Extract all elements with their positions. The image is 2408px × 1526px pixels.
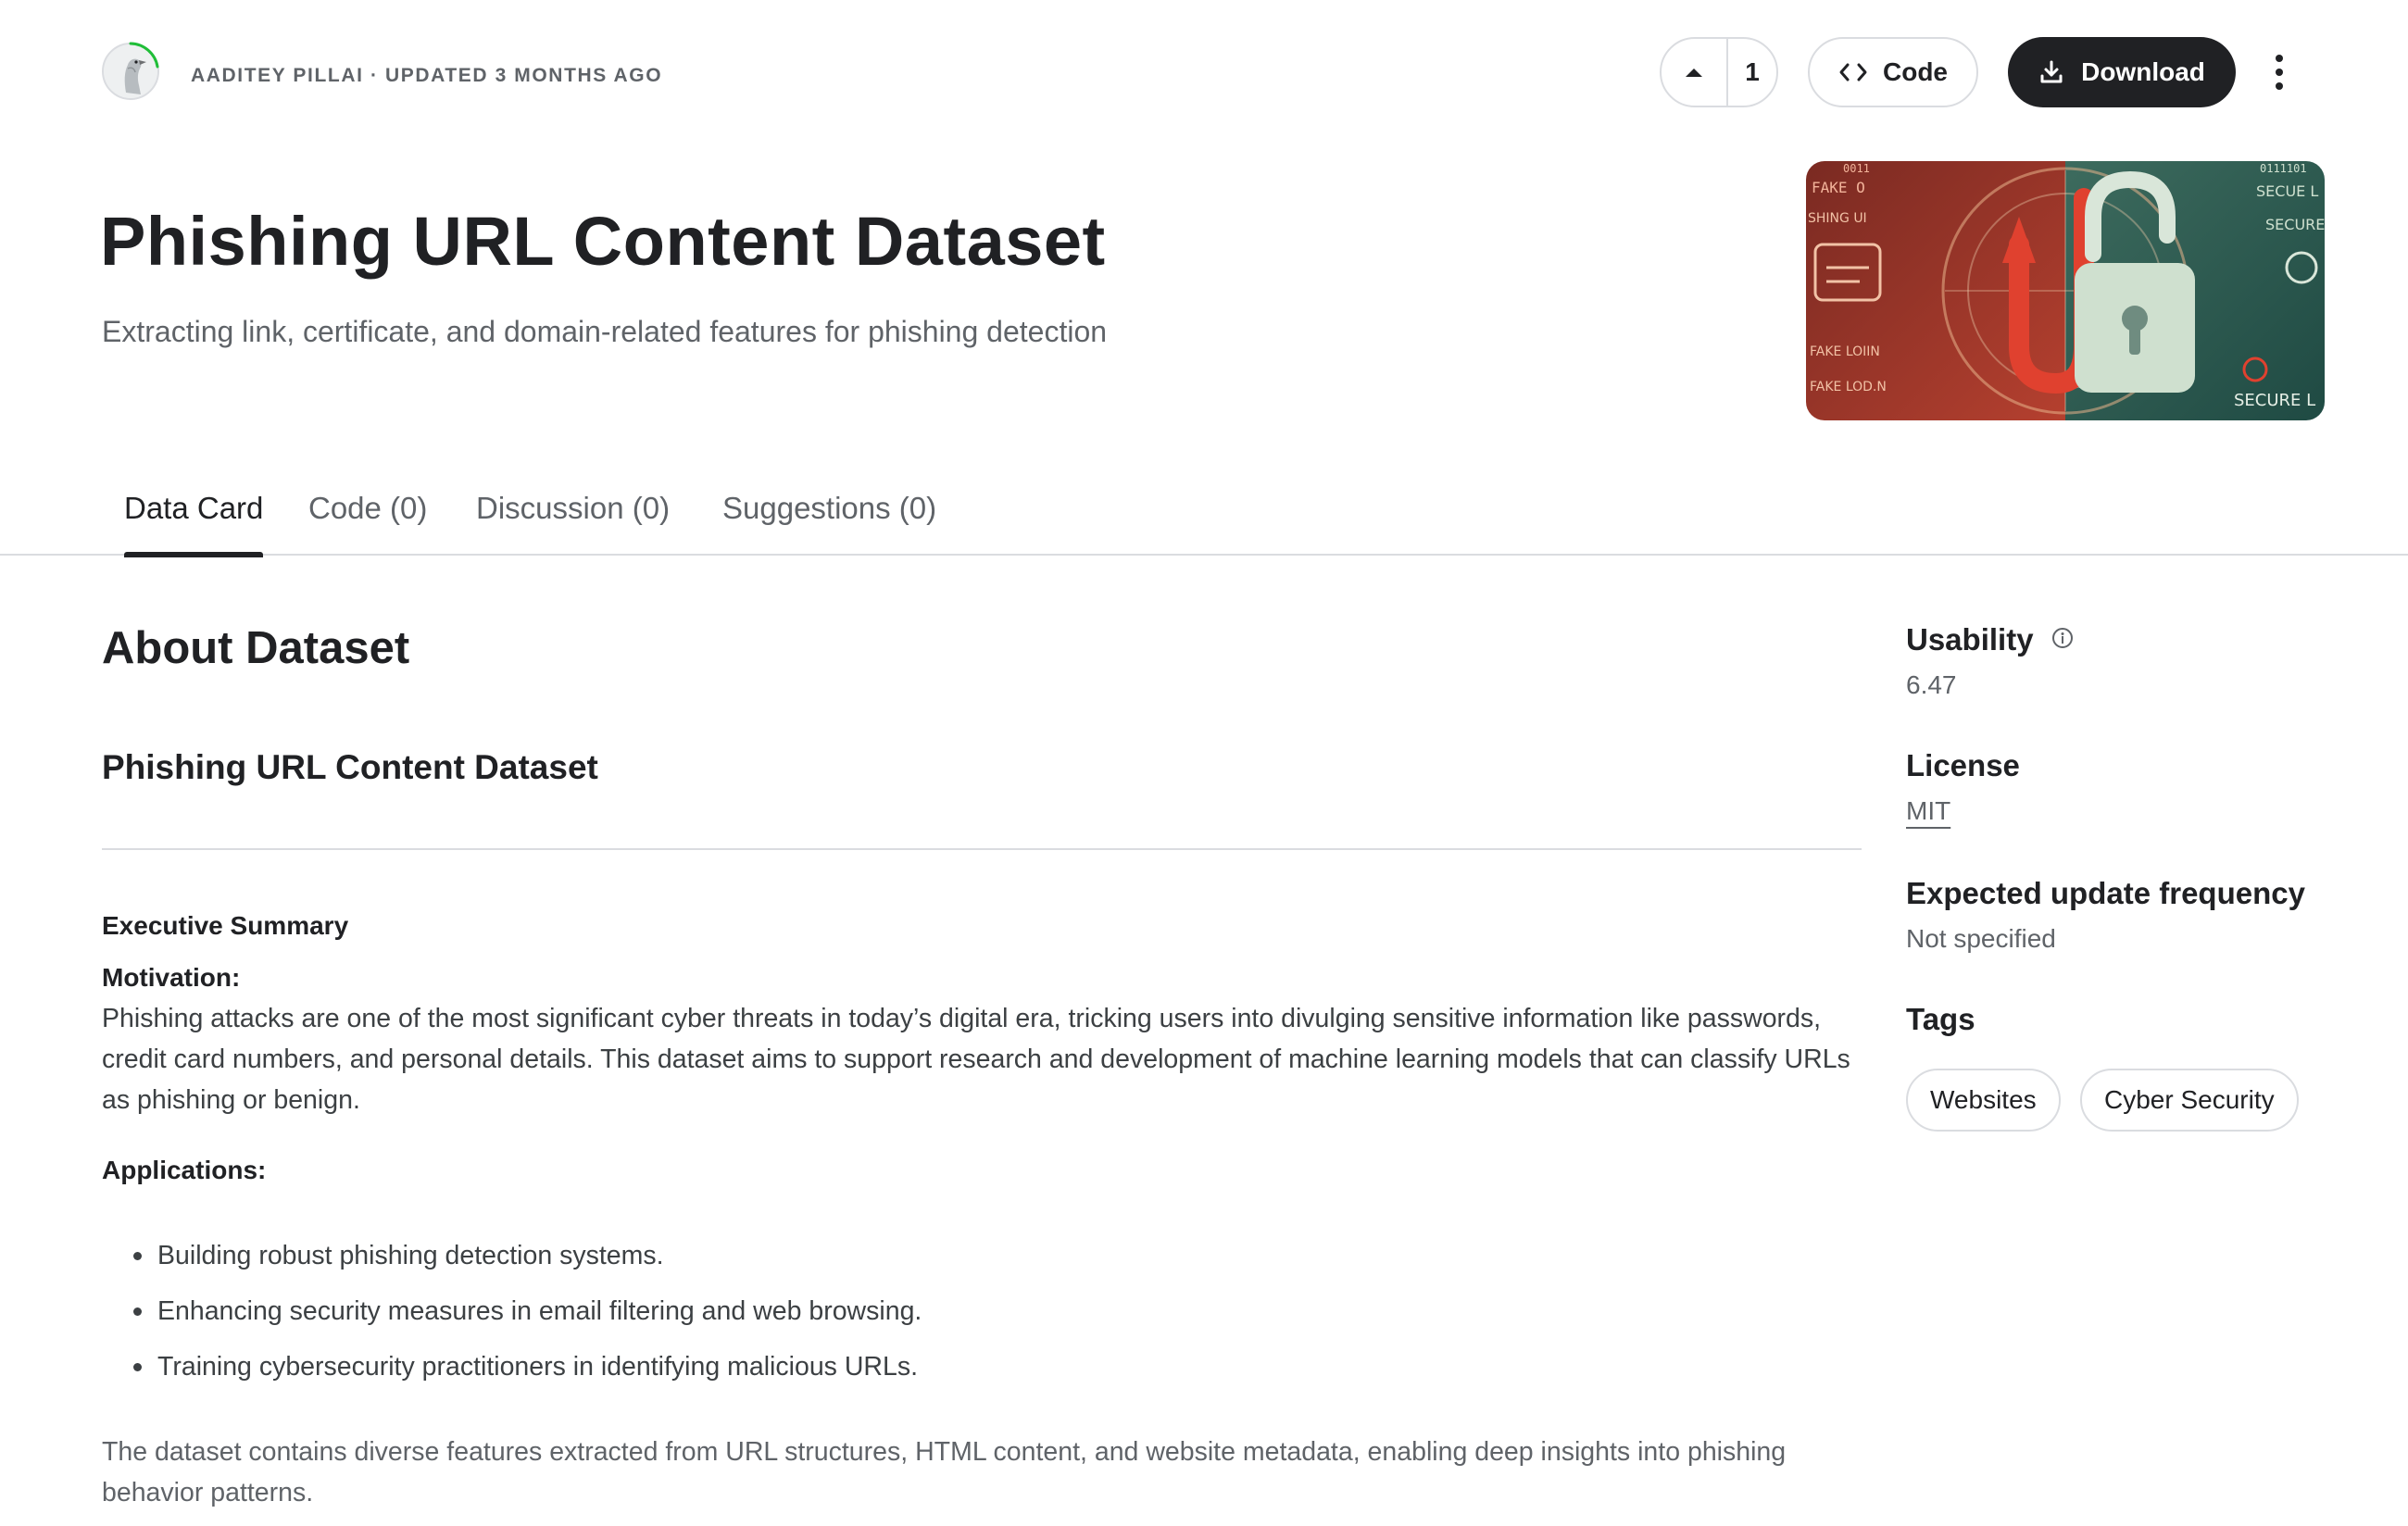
- caret-up-icon: [1686, 69, 1702, 77]
- author-avatar[interactable]: [100, 41, 161, 102]
- download-button[interactable]: Download: [2008, 37, 2236, 107]
- author-byline[interactable]: AADITEY PILLAI · UPDATED 3 MONTHS AGO: [191, 65, 662, 87]
- list-item: Building robust phishing detection syste…: [102, 1228, 922, 1283]
- info-icon[interactable]: [2051, 626, 2075, 650]
- svg-text:FAKE LOIIN: FAKE LOIIN: [1810, 344, 1880, 359]
- divider: [102, 848, 1862, 850]
- download-icon: [2040, 60, 2063, 83]
- top-bar: AADITEY PILLAI · UPDATED 3 MONTHS AGO 1 …: [0, 0, 2408, 148]
- tag-chip-websites[interactable]: Websites: [1906, 1069, 2061, 1132]
- svg-text:SHING UI: SHING UI: [1808, 211, 1867, 226]
- tab-suggestions[interactable]: Suggestions (0): [722, 491, 936, 556]
- motivation-label: Motivation:: [102, 963, 241, 992]
- tab-bar: Data Card Code (0) Discussion (0) Sugges…: [0, 454, 2408, 557]
- code-brackets-icon: [1839, 63, 1867, 81]
- dataset-heading: Phishing URL Content Dataset: [102, 748, 598, 786]
- applications-label: Applications:: [102, 1156, 267, 1184]
- tag-chip-cyber-security[interactable]: Cyber Security: [2080, 1069, 2299, 1132]
- cover-image: FAKE O SHING UI FAKE LOIIN FAKE LOD.N SE…: [1806, 161, 2325, 420]
- svg-text:0011: 0011: [1843, 162, 1870, 175]
- svg-text:FAKE O: FAKE O: [1812, 179, 1865, 196]
- usability-label: Usability: [1906, 622, 2034, 657]
- applications-list: Building robust phishing detection syste…: [102, 1228, 922, 1395]
- license-link[interactable]: MIT: [1906, 796, 1950, 826]
- download-button-label: Download: [2081, 57, 2205, 86]
- page-subtitle: Extracting link, certificate, and domain…: [102, 315, 1108, 348]
- svg-text:SECURE L: SECURE L: [2234, 391, 2315, 410]
- svg-text:FAKE LOD.N: FAKE LOD.N: [1810, 380, 1887, 394]
- executive-summary-heading: Executive Summary: [102, 911, 349, 940]
- more-vertical-icon[interactable]: [2260, 48, 2299, 96]
- about-heading: About Dataset: [102, 623, 410, 673]
- phishing-lock-illustration: FAKE O SHING UI FAKE LOIIN FAKE LOD.N SE…: [1806, 161, 2325, 420]
- upvote-button[interactable]: [1662, 39, 1728, 106]
- tab-code[interactable]: Code (0): [308, 491, 427, 556]
- tab-discussion[interactable]: Discussion (0): [476, 491, 670, 556]
- license-label: License: [1906, 748, 2020, 782]
- code-button[interactable]: Code: [1808, 37, 1978, 107]
- closing-paragraph: The dataset contains diverse features ex…: [102, 1437, 1787, 1507]
- svg-text:SECUE L: SECUE L: [2256, 182, 2318, 200]
- usability-value: 6.47: [1906, 670, 1957, 699]
- update-frequency-value: Not specified: [1906, 924, 2056, 953]
- motivation-text: Phishing attacks are one of the most sig…: [102, 1004, 1850, 1115]
- tags-label: Tags: [1906, 1002, 1975, 1036]
- svg-text:SECURE: SECURE: [2265, 216, 2325, 233]
- progress-ring-icon: [129, 42, 159, 69]
- list-item: Enhancing security measures in email fil…: [102, 1283, 922, 1339]
- page-title: Phishing URL Content Dataset: [100, 203, 1106, 280]
- code-button-label: Code: [1883, 57, 1948, 86]
- list-item: Training cybersecurity practitioners in …: [102, 1339, 922, 1395]
- vote-group: 1: [1660, 37, 1778, 107]
- update-frequency-label: Expected update frequency: [1906, 876, 2305, 910]
- vote-count: 1: [1745, 57, 1760, 86]
- tab-data-card[interactable]: Data Card: [124, 491, 264, 557]
- svg-text:0111101: 0111101: [2260, 162, 2307, 175]
